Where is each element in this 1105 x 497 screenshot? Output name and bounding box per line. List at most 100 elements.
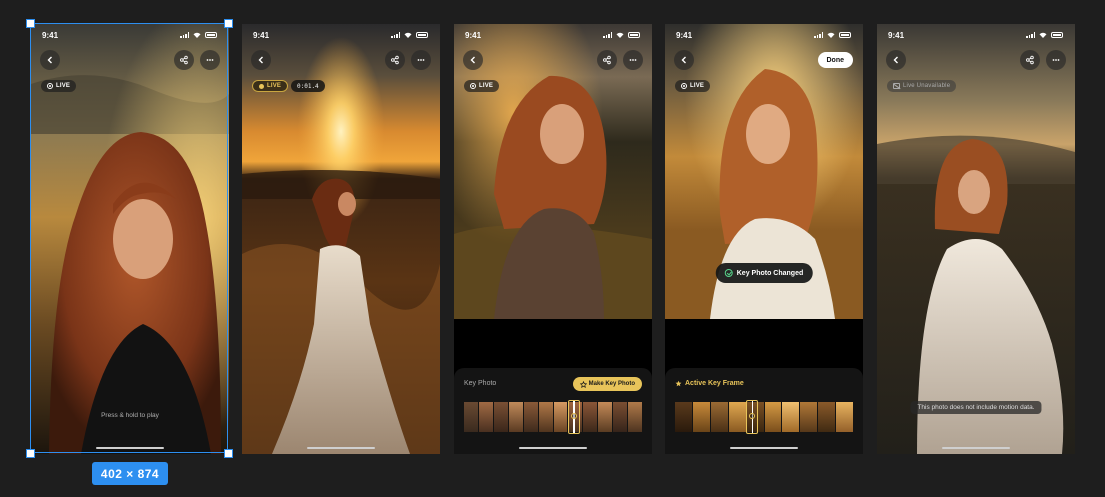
ellipsis-icon bbox=[417, 59, 425, 61]
share-button[interactable] bbox=[597, 50, 617, 70]
filmstrip-frame[interactable] bbox=[692, 402, 710, 432]
selection-size-label: 402 × 874 bbox=[92, 462, 168, 485]
frame-filmstrip[interactable] bbox=[464, 400, 643, 434]
filmstrip-frame[interactable] bbox=[478, 402, 493, 432]
filmstrip-frame[interactable] bbox=[464, 402, 478, 432]
chevron-left-icon bbox=[470, 56, 475, 64]
live-badge-label: LIVE bbox=[267, 83, 282, 89]
back-button[interactable] bbox=[251, 50, 271, 70]
wifi-icon bbox=[1039, 32, 1047, 38]
panel-title: Active Key Frame bbox=[675, 380, 744, 387]
status-bar: 9:41 bbox=[242, 24, 440, 46]
share-icon bbox=[391, 55, 399, 65]
filmstrip-frame[interactable] bbox=[836, 402, 854, 432]
live-photo-screen-playing: 9:41 LIVE 0:01.4 bbox=[242, 24, 440, 454]
back-button[interactable] bbox=[674, 50, 694, 70]
live-badge-label: Live Unavailable bbox=[903, 83, 951, 89]
live-icon bbox=[259, 83, 264, 89]
playback-timer: 0:01.4 bbox=[291, 80, 325, 92]
live-unavailable-badge: Live Unavailable bbox=[887, 80, 957, 92]
ellipsis-icon bbox=[206, 59, 214, 61]
filmstrip-frame[interactable] bbox=[508, 402, 523, 432]
share-button[interactable] bbox=[385, 50, 405, 70]
chevron-left-icon bbox=[893, 56, 898, 64]
battery-icon bbox=[628, 32, 640, 38]
make-key-photo-label: Make Key Photo bbox=[588, 381, 635, 387]
filmstrip-frame[interactable] bbox=[764, 402, 782, 432]
share-button[interactable] bbox=[1020, 50, 1040, 70]
filmstrip-frame[interactable] bbox=[728, 402, 746, 432]
star-icon bbox=[579, 380, 587, 388]
filmstrip-frame[interactable] bbox=[782, 402, 800, 432]
resize-handle-bottom-right[interactable] bbox=[224, 449, 233, 458]
filmstrip-frame[interactable] bbox=[818, 402, 836, 432]
frame-filmstrip[interactable] bbox=[675, 400, 854, 434]
scrubber-knob[interactable] bbox=[749, 413, 756, 419]
done-button[interactable]: Done bbox=[817, 52, 853, 68]
battery-icon bbox=[205, 32, 217, 38]
live-badge-active[interactable]: LIVE bbox=[252, 80, 289, 92]
frame-scrubber[interactable] bbox=[567, 400, 580, 434]
check-circle-icon bbox=[724, 269, 733, 277]
make-key-photo-button[interactable]: Make Key Photo bbox=[572, 377, 642, 391]
frame-scrubber[interactable] bbox=[746, 400, 759, 434]
share-button[interactable] bbox=[174, 50, 194, 70]
filmstrip-frame[interactable] bbox=[628, 402, 643, 432]
filmstrip-frame[interactable] bbox=[523, 402, 538, 432]
toast-label: Key Photo Changed bbox=[736, 269, 804, 277]
resize-handle-bottom-left[interactable] bbox=[26, 449, 35, 458]
more-button[interactable] bbox=[623, 50, 643, 70]
chevron-left-icon bbox=[681, 56, 686, 64]
back-button[interactable] bbox=[463, 50, 483, 70]
live-icon bbox=[681, 83, 687, 89]
filmstrip-frame[interactable] bbox=[583, 402, 598, 432]
home-indicator bbox=[519, 446, 587, 449]
filmstrip-frame[interactable] bbox=[675, 402, 692, 432]
live-badge-label: LIVE bbox=[56, 83, 71, 89]
status-time: 9:41 bbox=[42, 30, 59, 40]
key-photo-changed-toast: Key Photo Changed bbox=[715, 263, 813, 283]
live-unavailable-screen: 9:41 Live Unavailable This photo does no… bbox=[877, 24, 1075, 454]
live-badge[interactable]: LIVE bbox=[675, 80, 711, 92]
status-time: 9:41 bbox=[465, 30, 482, 40]
no-motion-data-note: This photo does not include motion data. bbox=[910, 401, 1042, 414]
back-button[interactable] bbox=[40, 50, 60, 70]
live-icon bbox=[470, 83, 476, 89]
scrubber-knob[interactable] bbox=[570, 413, 577, 419]
share-icon bbox=[603, 55, 611, 65]
filmstrip-frame[interactable] bbox=[613, 402, 628, 432]
filmstrip-frame[interactable] bbox=[538, 402, 553, 432]
signal-icon bbox=[814, 32, 823, 38]
resize-handle-top-right[interactable] bbox=[224, 19, 233, 28]
more-button[interactable] bbox=[1046, 50, 1066, 70]
live-badge[interactable]: LIVE bbox=[41, 80, 77, 92]
wifi-icon bbox=[404, 32, 412, 38]
wifi-icon bbox=[827, 32, 835, 38]
more-button[interactable] bbox=[200, 50, 220, 70]
wifi-icon bbox=[193, 32, 201, 38]
ellipsis-icon bbox=[629, 59, 637, 61]
filmstrip-frame[interactable] bbox=[553, 402, 568, 432]
status-time: 9:41 bbox=[676, 30, 693, 40]
filmstrip-frame[interactable] bbox=[493, 402, 508, 432]
status-bar: 9:41 bbox=[665, 24, 863, 46]
signal-icon bbox=[391, 32, 400, 38]
filmstrip-frame[interactable] bbox=[710, 402, 728, 432]
battery-icon bbox=[1051, 32, 1063, 38]
filmstrip-frame[interactable] bbox=[598, 402, 613, 432]
more-button[interactable] bbox=[411, 50, 431, 70]
back-button[interactable] bbox=[886, 50, 906, 70]
live-badge[interactable]: LIVE bbox=[464, 80, 500, 92]
signal-icon bbox=[180, 32, 189, 38]
status-bar: 9:41 bbox=[877, 24, 1075, 46]
battery-icon bbox=[416, 32, 428, 38]
panel-title: Key Photo bbox=[464, 380, 497, 387]
chevron-left-icon bbox=[47, 56, 52, 64]
filmstrip-frame[interactable] bbox=[800, 402, 818, 432]
resize-handle-top-left[interactable] bbox=[26, 19, 35, 28]
active-key-frame-panel: Active Key Frame bbox=[665, 368, 863, 454]
wifi-icon bbox=[616, 32, 624, 38]
ellipsis-icon bbox=[1052, 59, 1060, 61]
home-indicator bbox=[96, 446, 164, 449]
signal-icon bbox=[603, 32, 612, 38]
